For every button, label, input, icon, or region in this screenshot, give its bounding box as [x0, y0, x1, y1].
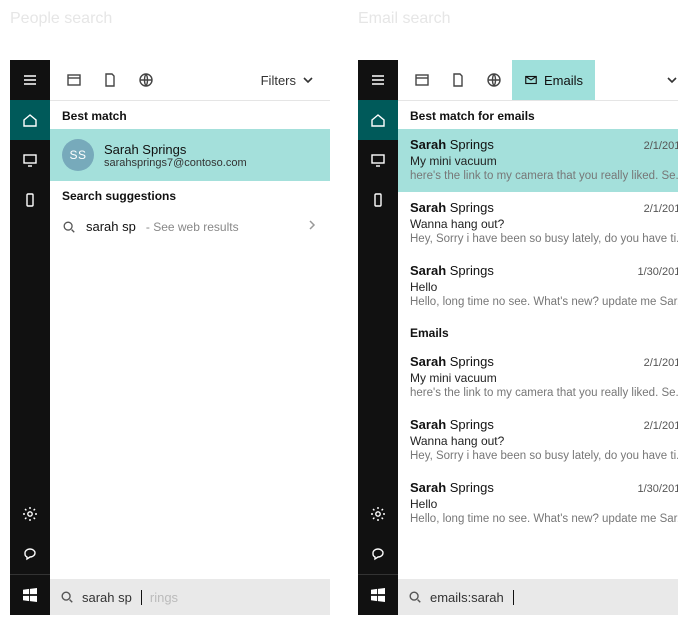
results-pane: Filters Best match SS Sarah Springs sara… [50, 60, 330, 615]
search-ghost: rings [150, 590, 178, 605]
email-from: Sarah Springs [410, 417, 494, 432]
documents-scope-icon[interactable] [440, 60, 476, 100]
search-icon [60, 590, 74, 604]
email-subject: My mini vacuum [410, 371, 678, 385]
email-subject: Hello [410, 280, 678, 294]
best-match-header: Best match [50, 101, 330, 129]
gear-icon[interactable] [358, 494, 398, 534]
windows-icon[interactable] [10, 575, 50, 615]
best-match-header: Best match for emails [398, 101, 678, 129]
filters-label: Filters [261, 73, 296, 88]
search-typed: sarah sp [82, 590, 132, 605]
suggestion-query: sarah sp [86, 219, 136, 234]
device-icon[interactable] [10, 180, 50, 220]
windows-icon[interactable] [358, 575, 398, 615]
email-result[interactable]: Sarah Springs 1/30/2018 Hello Hello, long… [398, 472, 678, 535]
search-input[interactable]: emails:sarah [398, 579, 678, 615]
apps-scope-icon[interactable] [404, 60, 440, 100]
email-preview: here's the link to my camera that you re… [410, 387, 678, 399]
documents-scope-icon[interactable] [92, 60, 128, 100]
email-date: 1/30/2018 [638, 266, 679, 278]
email-from: Sarah Springs [410, 200, 494, 215]
email-from: Sarah Springs [410, 137, 494, 152]
caption-left: People search [10, 10, 112, 28]
scope-bar: Emails [398, 60, 678, 100]
text-cursor [141, 590, 142, 605]
suggestions-header: Search suggestions [50, 181, 330, 209]
monitor-icon[interactable] [358, 140, 398, 180]
results-list: Best match for emails Sarah Springs 2/1/2… [398, 101, 678, 615]
hamburger-icon[interactable] [10, 60, 50, 100]
hamburger-icon[interactable] [358, 60, 398, 100]
email-date: 2/1/2018 [644, 357, 678, 369]
email-result[interactable]: Sarah Springs 2/1/2018 Wanna hang out? He… [398, 409, 678, 472]
text-cursor [513, 590, 514, 605]
feedback-icon[interactable] [358, 534, 398, 574]
web-scope-icon[interactable] [128, 60, 164, 100]
suggestion-web-hint: - See web results [146, 220, 239, 234]
sidebar [10, 60, 50, 615]
email-result[interactable]: Sarah Springs 2/1/2018 Wanna hang out? He… [398, 192, 678, 255]
email-preview: Hey, Sorry i have been so busy lately, d… [410, 450, 678, 462]
search-icon [408, 590, 422, 604]
emails-scope-tab[interactable]: Emails [512, 60, 595, 100]
device-icon[interactable] [358, 180, 398, 220]
contact-name: Sarah Springs [104, 142, 247, 157]
email-from: Sarah Springs [410, 263, 494, 278]
email-preview: Hey, Sorry i have been so busy lately, d… [410, 233, 678, 245]
email-result[interactable]: Sarah Springs 2/1/2018 My mini vacuum her… [398, 346, 678, 409]
chevron-down-icon [302, 74, 314, 86]
search-suggestion[interactable]: sarah sp - See web results [50, 209, 330, 244]
search-panel-email: Emails Best match for emails Sarah Sprin… [358, 60, 678, 615]
emails-header: Emails [398, 318, 678, 346]
emails-tab-label: Emails [544, 73, 583, 88]
chevron-right-icon [306, 219, 318, 234]
email-preview: Hello, long time no see. What's new? upd… [410, 513, 678, 525]
home-icon[interactable] [10, 100, 50, 140]
contact-email: sarahsprings7@contoso.com [104, 157, 247, 169]
email-date: 2/1/2018 [644, 203, 678, 215]
caption-right: Email search [358, 10, 450, 28]
email-subject: Hello [410, 497, 678, 511]
avatar: SS [62, 139, 94, 171]
email-date: 2/1/2018 [644, 140, 678, 152]
email-preview: Hello, long time no see. What's new? upd… [410, 296, 678, 308]
search-input[interactable]: sarah sp rings [50, 579, 330, 615]
search-typed: emails:sarah [430, 590, 504, 605]
search-icon [62, 220, 76, 234]
apps-scope-icon[interactable] [56, 60, 92, 100]
results-pane: Emails Best match for emails Sarah Sprin… [398, 60, 678, 615]
email-result[interactable]: Sarah Springs 1/30/2018 Hello Hello, long… [398, 255, 678, 318]
feedback-icon[interactable] [10, 534, 50, 574]
web-scope-icon[interactable] [476, 60, 512, 100]
search-panel-people: Filters Best match SS Sarah Springs sara… [10, 60, 330, 615]
email-subject: Wanna hang out? [410, 434, 678, 448]
email-preview: here's the link to my camera that you re… [410, 170, 678, 182]
email-date: 1/30/2018 [638, 483, 679, 495]
email-result[interactable]: Sarah Springs 2/1/2018 My mini vacuum her… [398, 129, 678, 192]
filters-button[interactable]: Filters [261, 73, 324, 88]
scope-bar: Filters [50, 60, 330, 100]
best-match-contact[interactable]: SS Sarah Springs sarahsprings7@contoso.c… [50, 129, 330, 181]
email-from: Sarah Springs [410, 480, 494, 495]
mail-icon [524, 73, 538, 87]
email-subject: My mini vacuum [410, 154, 678, 168]
email-subject: Wanna hang out? [410, 217, 678, 231]
gear-icon[interactable] [10, 494, 50, 534]
more-scopes-button[interactable] [652, 60, 678, 100]
monitor-icon[interactable] [10, 140, 50, 180]
home-icon[interactable] [358, 100, 398, 140]
email-from: Sarah Springs [410, 354, 494, 369]
email-date: 2/1/2018 [644, 420, 678, 432]
sidebar [358, 60, 398, 615]
